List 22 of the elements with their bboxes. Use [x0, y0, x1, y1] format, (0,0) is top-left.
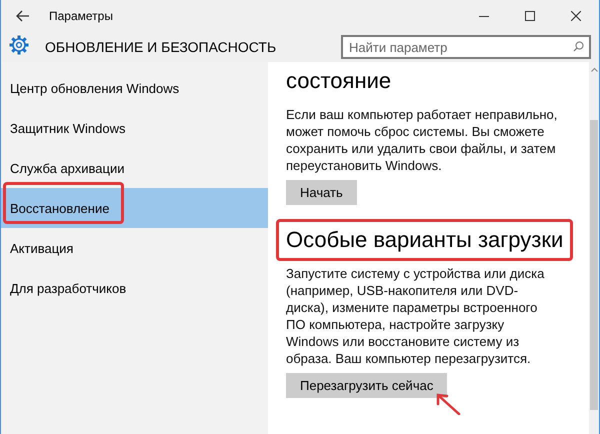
sidebar-item[interactable]: Для разработчиков [1, 268, 268, 308]
scroll-up-icon[interactable] [590, 67, 598, 72]
sidebar-item[interactable]: Активация [1, 228, 268, 268]
scrollbar[interactable] [589, 62, 599, 434]
search-field[interactable]: Найти параметр [341, 35, 591, 59]
close-icon[interactable] [571, 11, 581, 21]
maximize-icon[interactable] [525, 11, 535, 21]
section-text: Запустите систему с устройства или диска (например, USB-накопителя или DVD-диска), измените параметры встроенного ПО компьютера, настройте загрузку Windows или восстановите систему из образа. Ваш компьютер перезагрузится. [286, 265, 546, 367]
sidebar-item[interactable]: Служба архивации [1, 148, 268, 188]
settings-icon [9, 34, 29, 54]
window-title: Параметры [48, 9, 114, 23]
sidebar-item[interactable]: Защитник Windows [1, 108, 268, 148]
search-icon [573, 41, 584, 52]
section-text: Если ваш компьютер работает неправильно, может помочь сброс системы. Вы сможете сохранить или удалить свои файлы, и затем переустановить Windows. [286, 106, 558, 174]
sidebar-item[interactable]: Восстановление [1, 188, 268, 228]
section-heading: состояние [286, 68, 392, 93]
action-button[interactable]: Перезагрузить сейчас [286, 373, 448, 398]
sidebar-item[interactable]: Центр обновления Windows [1, 68, 268, 108]
page-title: ОБНОВЛЕНИЕ И БЕЗОПАСНОСТЬ [45, 39, 278, 55]
action-button[interactable]: Начать [286, 180, 357, 205]
back-arrow-icon[interactable] [16, 10, 30, 22]
section-heading: Особые варианты загрузки [286, 227, 564, 252]
